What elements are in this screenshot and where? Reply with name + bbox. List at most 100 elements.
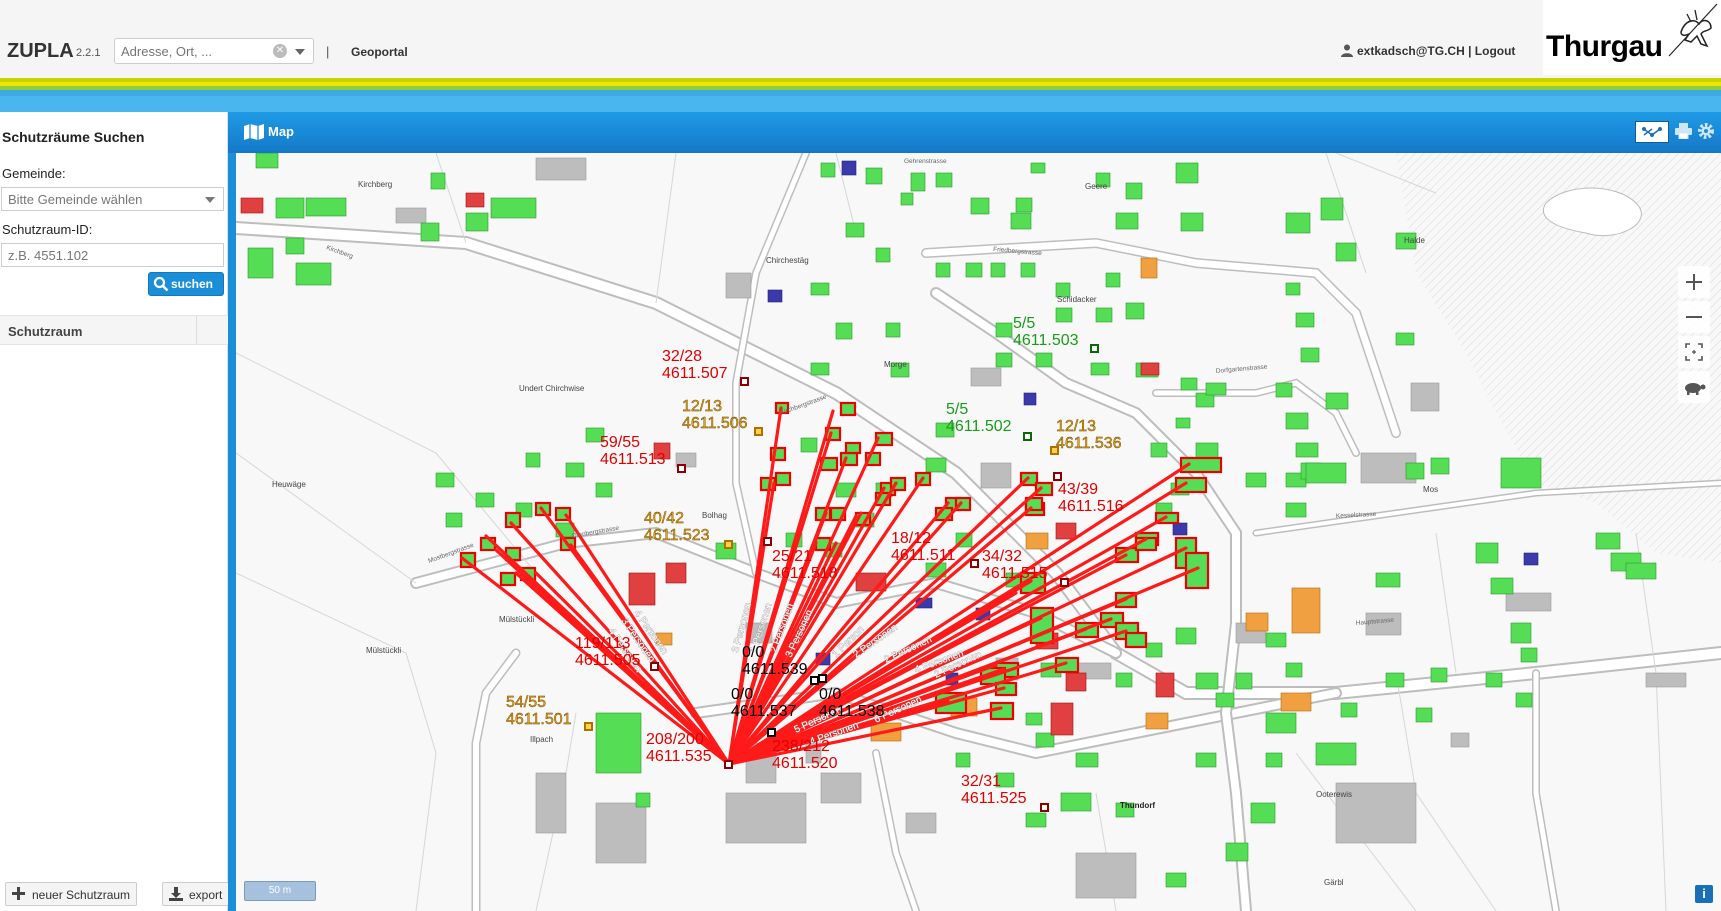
- user-icon: [1341, 44, 1353, 57]
- shelter-ratio: 59/55: [600, 434, 640, 451]
- app-version: 2.2.1: [76, 47, 101, 59]
- plus-icon: [1686, 274, 1702, 290]
- export-label: export: [189, 888, 223, 902]
- sidebar-title: Schutzräume Suchen: [2, 129, 145, 145]
- shelter-id: 4611.511: [891, 547, 955, 564]
- shelter-id: 4611.515: [982, 565, 1048, 582]
- place-label: Thundorf: [1120, 801, 1155, 810]
- shelter-ratio: 40/42: [644, 510, 684, 527]
- geoportal-link[interactable]: Geoportal: [351, 45, 408, 59]
- sidebar: Schutzräume Suchen Gemeinde: Bitte Gemei…: [0, 112, 230, 911]
- shelter-id: 4611.518: [772, 565, 838, 582]
- shelter-ratio: 5/5: [946, 401, 968, 418]
- shelter-id: 4611.539: [742, 661, 808, 678]
- zoom-out-button[interactable]: [1678, 301, 1710, 333]
- shelter-ratio: 32/31: [961, 773, 1001, 790]
- place-label: Ooterewis: [1316, 790, 1352, 799]
- shelter-ratio: 34/32: [982, 548, 1022, 565]
- shelter-ratio: 54/55: [506, 694, 546, 711]
- header-stripes: [0, 78, 1721, 112]
- shelter-ratio: 238/212: [772, 738, 830, 755]
- gemeinde-label: Gemeinde:: [2, 166, 66, 181]
- place-label: Halde: [1404, 236, 1425, 245]
- app-header: ZUPLA 2.2.1 ✕ | Geoportal extkadsch@TG.C…: [0, 0, 1721, 78]
- map-canvas[interactable]: Kirchberg Chirchestäg Undert Chirchwise …: [236, 153, 1721, 911]
- gemeinde-select-value: Bitte Gemeinde wählen: [8, 192, 143, 207]
- print-icon[interactable]: [1675, 123, 1692, 139]
- user-name: extkadsch@TG.CH: [1357, 44, 1465, 58]
- place-label: Mülstückli: [499, 615, 534, 624]
- table-column-schutzraum[interactable]: Schutzraum: [8, 324, 82, 339]
- sidebar-footer: neuer Schutzraum export: [0, 879, 230, 911]
- schutzraum-id-input[interactable]: [1, 243, 224, 267]
- shelter-id: 4611.538: [819, 703, 885, 720]
- shelter-ratio: 119/113: [575, 635, 631, 652]
- map-title: Map: [268, 124, 294, 139]
- chevron-down-icon[interactable]: [205, 197, 215, 203]
- shelter-ratio: 208/200: [646, 731, 704, 748]
- logout-link[interactable]: Logout: [1475, 44, 1516, 58]
- header-separator: |: [326, 44, 330, 59]
- map-icon: [244, 124, 264, 140]
- shelter-ratio: 0/0: [819, 686, 841, 703]
- search-icon: [153, 276, 169, 292]
- shelter-ratio: 0/0: [742, 644, 764, 661]
- turtle-button[interactable]: [1678, 371, 1710, 403]
- shelter-id: 4611.503: [1013, 332, 1079, 349]
- address-search-input[interactable]: [121, 44, 261, 59]
- chevron-down-icon[interactable]: [295, 49, 305, 55]
- shelter-ratio: 25/21: [772, 548, 812, 565]
- logo-text: Thurgau: [1546, 30, 1663, 63]
- place-label: Heuwäge: [272, 480, 306, 489]
- shelter-id: 4611.520: [772, 755, 838, 772]
- new-shelter-button[interactable]: neuer Schutzraum: [5, 882, 138, 906]
- place-label: Illpach: [530, 735, 553, 744]
- place-label: Mülstückli: [366, 646, 401, 655]
- zoom-in-button[interactable]: [1678, 266, 1710, 298]
- new-shelter-label: neuer Schutzraum: [32, 888, 131, 902]
- map-svg[interactable]: Kirchberg Chirchestäg Undert Chirchwise …: [236, 153, 1721, 911]
- shelter-id: 4611.516: [1058, 498, 1124, 515]
- shelter-ratio: 12/13: [1056, 418, 1096, 435]
- fullscreen-button[interactable]: [1678, 336, 1710, 368]
- address-search[interactable]: ✕: [114, 38, 314, 64]
- shelter-id: 4611.506: [682, 415, 748, 432]
- shelter-id: 4611.535: [646, 748, 712, 765]
- turtle-icon: [1685, 383, 1706, 395]
- shelter-id: 4611.502: [946, 418, 1012, 435]
- shelter-ratio: 18/12: [891, 530, 931, 547]
- clear-icon[interactable]: ✕: [273, 44, 287, 58]
- shelter-id: 4611.513: [600, 451, 666, 468]
- lion-coat-of-arms-icon: [1668, 3, 1718, 57]
- info-button[interactable]: i: [1695, 885, 1713, 903]
- gear-icon[interactable]: [1697, 122, 1715, 140]
- shelter-id: 4611.507: [662, 365, 728, 382]
- column-divider: [196, 316, 197, 344]
- expand-icon: [1685, 343, 1703, 361]
- download-icon: [169, 887, 183, 901]
- shelter-ratio: 12/13: [682, 398, 722, 415]
- place-label: Schidacker: [1057, 295, 1097, 304]
- schutzraum-id-label: Schutzraum-ID:: [2, 222, 93, 237]
- map-panel: Map Kirchberg Chirchestäg Undert Chirchw…: [228, 112, 1721, 911]
- thurgau-logo: Thurgau: [1543, 0, 1721, 75]
- export-button[interactable]: export: [162, 882, 230, 906]
- gemeinde-select[interactable]: Bitte Gemeinde wählen: [1, 187, 224, 211]
- scale-bar: 50 m: [244, 881, 316, 901]
- shelter-id: 4611.525: [961, 790, 1027, 807]
- place-label: Kirchberg: [358, 180, 392, 189]
- shelter-id: 4611.536: [1056, 435, 1122, 452]
- minus-icon: [1686, 316, 1702, 318]
- street-label: Gehrenstrasse: [904, 158, 947, 165]
- user-separator: |: [1468, 44, 1472, 58]
- shelter-ratio: 43/39: [1058, 481, 1098, 498]
- search-button[interactable]: suchen: [148, 272, 224, 296]
- shelter-id: 4611.505: [575, 652, 641, 669]
- shelter-ratio: 32/28: [662, 348, 702, 365]
- layers-toggle-icon[interactable]: [1635, 121, 1669, 143]
- schutzraum-table-header: Schutzraum: [0, 315, 228, 345]
- shelter-ratio: 5/5: [1013, 315, 1035, 332]
- place-label: Morge: [884, 360, 907, 369]
- shelter-id: 4611.523: [644, 527, 710, 544]
- place-label: Mos: [1423, 485, 1438, 494]
